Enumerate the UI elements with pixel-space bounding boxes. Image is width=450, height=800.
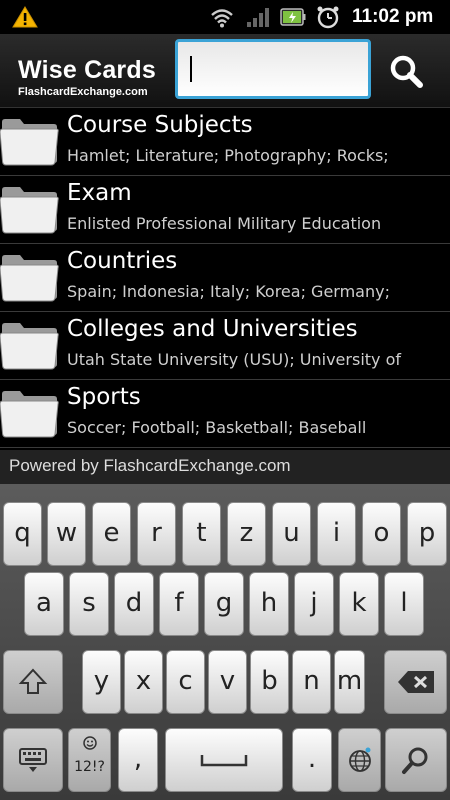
key-i[interactable]: i — [317, 502, 356, 566]
list-item-title: Colleges and Universities — [67, 316, 358, 342]
key-x[interactable]: x — [124, 650, 163, 714]
key-q[interactable]: q — [3, 502, 42, 566]
backspace-icon — [397, 671, 434, 693]
app-header: Wise Cards FlashcardExchange.com — [0, 34, 450, 108]
text-cursor — [190, 56, 192, 82]
key-e[interactable]: e — [92, 502, 131, 566]
key-n[interactable]: n — [292, 650, 331, 714]
key-period[interactable]: . — [292, 728, 332, 792]
list-item-title: Countries — [67, 248, 178, 274]
key-z[interactable]: z — [227, 502, 266, 566]
key-c[interactable]: c — [166, 650, 205, 714]
search-button[interactable] — [380, 48, 432, 94]
alarm-icon — [317, 6, 339, 29]
key-f[interactable]: f — [159, 572, 199, 636]
list-item[interactable]: Exam Enlisted Professional Military Educ… — [0, 176, 450, 244]
globe-icon — [348, 747, 371, 772]
key-a[interactable]: a — [24, 572, 64, 636]
list-item[interactable]: Sports Soccer; Football; Basketball; Bas… — [0, 380, 450, 448]
emoji-icon — [82, 736, 97, 750]
search-key[interactable] — [385, 728, 447, 792]
key-o[interactable]: o — [362, 502, 401, 566]
keyboard-settings-key[interactable] — [3, 728, 63, 792]
list-item[interactable]: Colleges and Universities Utah State Uni… — [0, 312, 450, 380]
key-u[interactable]: u — [272, 502, 311, 566]
list-item-subtitle: Hamlet; Literature; Photography; Rocks; — [67, 146, 389, 165]
symbols-key-label: 12!? — [74, 759, 105, 775]
status-time: 11:02 pm — [352, 6, 434, 27]
key-w[interactable]: w — [47, 502, 86, 566]
list-item[interactable]: Countries Spain; Indonesia; Italy; Korea… — [0, 244, 450, 312]
key-g[interactable]: g — [204, 572, 244, 636]
folder-icon — [0, 323, 59, 370]
warning-icon — [12, 6, 38, 28]
backspace-key[interactable] — [384, 650, 447, 714]
space-icon — [200, 755, 248, 767]
key-h[interactable]: h — [249, 572, 289, 636]
shift-icon — [18, 668, 48, 694]
list-item-title: Sports — [67, 384, 141, 410]
language-key[interactable] — [338, 728, 381, 792]
powered-by-text: Powered by FlashcardExchange.com — [9, 456, 291, 475]
list-item-title: Course Subjects — [67, 112, 253, 138]
app-subtitle: FlashcardExchange.com — [18, 86, 148, 98]
search-input[interactable] — [175, 39, 371, 99]
wifi-icon — [211, 9, 233, 28]
category-list: Course Subjects Hamlet; Literature; Phot… — [0, 108, 450, 450]
status-bar: 11:02 pm — [0, 0, 450, 34]
key-b[interactable]: b — [250, 650, 289, 714]
key-d[interactable]: d — [114, 572, 154, 636]
search-icon — [402, 747, 428, 774]
key-p[interactable]: p — [407, 502, 447, 566]
folder-icon — [0, 187, 59, 234]
soft-keyboard: q w e r t z u i o p a s d f g h j k l y … — [0, 484, 450, 800]
key-s[interactable]: s — [69, 572, 109, 636]
list-item-subtitle: Utah State University (USU); University … — [67, 350, 402, 369]
key-r[interactable]: r — [137, 502, 176, 566]
folder-icon — [0, 255, 59, 302]
key-comma[interactable]: , — [118, 728, 158, 792]
key-l[interactable]: l — [384, 572, 424, 636]
list-item[interactable]: Course Subjects Hamlet; Literature; Phot… — [0, 108, 450, 176]
symbols-key[interactable]: 12!? — [68, 728, 111, 792]
space-key[interactable] — [165, 728, 283, 792]
app-title: Wise Cards — [18, 56, 156, 84]
folder-icon — [0, 119, 59, 166]
key-m[interactable]: m — [334, 650, 365, 714]
list-item-subtitle: Enlisted Professional Military Education — [67, 214, 382, 233]
folder-icon — [0, 391, 59, 438]
powered-by-footer: Powered by FlashcardExchange.com — [0, 450, 450, 484]
signal-icon — [247, 8, 269, 27]
keyboard-icon — [19, 748, 47, 772]
key-y[interactable]: y — [82, 650, 121, 714]
list-item-subtitle: Spain; Indonesia; Italy; Korea; Germany; — [67, 282, 390, 301]
shift-key[interactable] — [3, 650, 63, 714]
list-item-title: Exam — [67, 180, 132, 206]
key-j[interactable]: j — [294, 572, 334, 636]
battery-icon — [280, 8, 306, 26]
search-icon — [390, 55, 423, 88]
key-v[interactable]: v — [208, 650, 247, 714]
list-item-subtitle: Soccer; Football; Basketball; Baseball — [67, 418, 367, 437]
key-k[interactable]: k — [339, 572, 379, 636]
key-t[interactable]: t — [182, 502, 221, 566]
